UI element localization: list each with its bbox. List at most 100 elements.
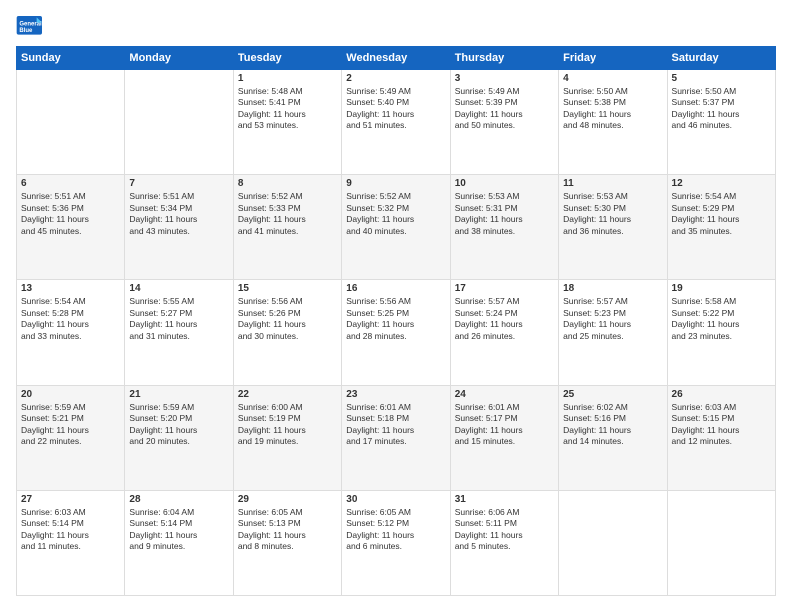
calendar-day-cell: 4 Sunrise: 5:50 AM Sunset: 5:38 PM Daylig… <box>559 70 667 175</box>
day-info: Sunrise: 5:52 AM Sunset: 5:32 PM Dayligh… <box>346 191 445 237</box>
day-info: Sunrise: 5:56 AM Sunset: 5:25 PM Dayligh… <box>346 296 445 342</box>
day-number: 10 <box>455 178 554 189</box>
day-number: 1 <box>238 73 337 84</box>
calendar-day-cell: 25 Sunrise: 6:02 AM Sunset: 5:16 PM Dayli… <box>559 385 667 490</box>
day-info: Sunrise: 5:50 AM Sunset: 5:38 PM Dayligh… <box>563 86 662 132</box>
day-info: Sunrise: 5:55 AM Sunset: 5:27 PM Dayligh… <box>129 296 228 342</box>
day-number: 22 <box>238 389 337 400</box>
day-info: Sunrise: 6:00 AM Sunset: 5:19 PM Dayligh… <box>238 402 337 448</box>
calendar-day-cell: 2 Sunrise: 5:49 AM Sunset: 5:40 PM Daylig… <box>342 70 450 175</box>
calendar-day-cell: 24 Sunrise: 6:01 AM Sunset: 5:17 PM Dayli… <box>450 385 558 490</box>
weekday-header-monday: Monday <box>125 47 233 70</box>
weekday-header-saturday: Saturday <box>667 47 775 70</box>
calendar-week-row: 13Sunrise: 5:54 AM Sunset: 5:28 PM Dayli… <box>17 280 776 385</box>
calendar-day-cell: 17 Sunrise: 5:57 AM Sunset: 5:24 PM Dayli… <box>450 280 558 385</box>
calendar-day-cell: 30 Sunrise: 6:05 AM Sunset: 5:12 PM Dayli… <box>342 490 450 595</box>
calendar-week-row: 1 Sunrise: 5:48 AM Sunset: 5:41 PM Daylig… <box>17 70 776 175</box>
day-number: 23 <box>346 389 445 400</box>
day-number: 27 <box>21 494 120 505</box>
day-info: Sunrise: 6:04 AM Sunset: 5:14 PM Dayligh… <box>129 507 228 553</box>
weekday-header-wednesday: Wednesday <box>342 47 450 70</box>
calendar-week-row: 20 Sunrise: 5:59 AM Sunset: 5:21 PM Dayli… <box>17 385 776 490</box>
calendar-day-cell: 5 Sunrise: 5:50 AM Sunset: 5:37 PM Daylig… <box>667 70 775 175</box>
day-info: Sunrise: 5:57 AM Sunset: 5:23 PM Dayligh… <box>563 296 662 342</box>
weekday-header-tuesday: Tuesday <box>233 47 341 70</box>
calendar-day-cell: 16 Sunrise: 5:56 AM Sunset: 5:25 PM Dayli… <box>342 280 450 385</box>
day-info: Sunrise: 5:49 AM Sunset: 5:40 PM Dayligh… <box>346 86 445 132</box>
calendar-day-cell: 26 Sunrise: 6:03 AM Sunset: 5:15 PM Dayli… <box>667 385 775 490</box>
day-number: 9 <box>346 178 445 189</box>
day-info: Sunrise: 5:57 AM Sunset: 5:24 PM Dayligh… <box>455 296 554 342</box>
calendar-day-cell: 3 Sunrise: 5:49 AM Sunset: 5:39 PM Daylig… <box>450 70 558 175</box>
day-info: Sunrise: 5:58 AM Sunset: 5:22 PM Dayligh… <box>672 296 771 342</box>
day-info: Sunrise: 5:54 AM Sunset: 5:28 PM Dayligh… <box>21 296 120 342</box>
logo-icon: General Blue <box>16 16 44 36</box>
day-info: Sunrise: 6:03 AM Sunset: 5:15 PM Dayligh… <box>672 402 771 448</box>
day-info: Sunrise: 5:52 AM Sunset: 5:33 PM Dayligh… <box>238 191 337 237</box>
day-number: 2 <box>346 73 445 84</box>
calendar-day-cell <box>125 70 233 175</box>
day-number: 20 <box>21 389 120 400</box>
day-number: 7 <box>129 178 228 189</box>
calendar-day-cell: 22 Sunrise: 6:00 AM Sunset: 5:19 PM Dayli… <box>233 385 341 490</box>
day-info: Sunrise: 6:06 AM Sunset: 5:11 PM Dayligh… <box>455 507 554 553</box>
calendar-day-cell: 7 Sunrise: 5:51 AM Sunset: 5:34 PM Daylig… <box>125 175 233 280</box>
calendar-day-cell: 11 Sunrise: 5:53 AM Sunset: 5:30 PM Dayli… <box>559 175 667 280</box>
calendar-day-cell: 12 Sunrise: 5:54 AM Sunset: 5:29 PM Dayli… <box>667 175 775 280</box>
day-number: 3 <box>455 73 554 84</box>
calendar-day-cell: 19 Sunrise: 5:58 AM Sunset: 5:22 PM Dayli… <box>667 280 775 385</box>
day-number: 21 <box>129 389 228 400</box>
day-number: 6 <box>21 178 120 189</box>
day-number: 16 <box>346 283 445 294</box>
day-info: Sunrise: 6:03 AM Sunset: 5:14 PM Dayligh… <box>21 507 120 553</box>
day-number: 5 <box>672 73 771 84</box>
day-info: Sunrise: 6:01 AM Sunset: 5:18 PM Dayligh… <box>346 402 445 448</box>
calendar-header-row: SundayMondayTuesdayWednesdayThursdayFrid… <box>17 47 776 70</box>
day-info: Sunrise: 6:01 AM Sunset: 5:17 PM Dayligh… <box>455 402 554 448</box>
weekday-header-friday: Friday <box>559 47 667 70</box>
calendar-day-cell: 15 Sunrise: 5:56 AM Sunset: 5:26 PM Dayli… <box>233 280 341 385</box>
calendar-day-cell <box>559 490 667 595</box>
day-info: Sunrise: 5:54 AM Sunset: 5:29 PM Dayligh… <box>672 191 771 237</box>
calendar-day-cell: 13Sunrise: 5:54 AM Sunset: 5:28 PM Dayli… <box>17 280 125 385</box>
day-info: Sunrise: 5:59 AM Sunset: 5:20 PM Dayligh… <box>129 402 228 448</box>
day-number: 24 <box>455 389 554 400</box>
calendar-week-row: 6Sunrise: 5:51 AM Sunset: 5:36 PM Daylig… <box>17 175 776 280</box>
day-number: 26 <box>672 389 771 400</box>
day-info: Sunrise: 6:02 AM Sunset: 5:16 PM Dayligh… <box>563 402 662 448</box>
day-number: 8 <box>238 178 337 189</box>
day-info: Sunrise: 5:59 AM Sunset: 5:21 PM Dayligh… <box>21 402 120 448</box>
page-header: General Blue <box>16 16 776 36</box>
calendar-day-cell: 28 Sunrise: 6:04 AM Sunset: 5:14 PM Dayli… <box>125 490 233 595</box>
day-info: Sunrise: 5:50 AM Sunset: 5:37 PM Dayligh… <box>672 86 771 132</box>
day-number: 14 <box>129 283 228 294</box>
calendar-day-cell <box>17 70 125 175</box>
day-number: 18 <box>563 283 662 294</box>
day-info: Sunrise: 5:56 AM Sunset: 5:26 PM Dayligh… <box>238 296 337 342</box>
svg-text:Blue: Blue <box>19 28 33 34</box>
day-info: Sunrise: 5:53 AM Sunset: 5:30 PM Dayligh… <box>563 191 662 237</box>
day-info: Sunrise: 6:05 AM Sunset: 5:12 PM Dayligh… <box>346 507 445 553</box>
day-number: 25 <box>563 389 662 400</box>
calendar-day-cell: 29Sunrise: 6:05 AM Sunset: 5:13 PM Dayli… <box>233 490 341 595</box>
calendar-day-cell: 27 Sunrise: 6:03 AM Sunset: 5:14 PM Dayli… <box>17 490 125 595</box>
day-number: 30 <box>346 494 445 505</box>
calendar-week-row: 27 Sunrise: 6:03 AM Sunset: 5:14 PM Dayli… <box>17 490 776 595</box>
day-number: 28 <box>129 494 228 505</box>
calendar-table: SundayMondayTuesdayWednesdayThursdayFrid… <box>16 46 776 596</box>
day-info: Sunrise: 5:49 AM Sunset: 5:39 PM Dayligh… <box>455 86 554 132</box>
day-number: 4 <box>563 73 662 84</box>
calendar-day-cell: 21 Sunrise: 5:59 AM Sunset: 5:20 PM Dayli… <box>125 385 233 490</box>
day-number: 19 <box>672 283 771 294</box>
day-number: 17 <box>455 283 554 294</box>
day-number: 11 <box>563 178 662 189</box>
logo: General Blue <box>16 16 44 36</box>
calendar-day-cell: 9 Sunrise: 5:52 AM Sunset: 5:32 PM Daylig… <box>342 175 450 280</box>
calendar-day-cell: 6Sunrise: 5:51 AM Sunset: 5:36 PM Daylig… <box>17 175 125 280</box>
day-number: 15 <box>238 283 337 294</box>
day-info: Sunrise: 5:48 AM Sunset: 5:41 PM Dayligh… <box>238 86 337 132</box>
day-info: Sunrise: 5:51 AM Sunset: 5:34 PM Dayligh… <box>129 191 228 237</box>
day-number: 29 <box>238 494 337 505</box>
day-number: 31 <box>455 494 554 505</box>
day-number: 12 <box>672 178 771 189</box>
